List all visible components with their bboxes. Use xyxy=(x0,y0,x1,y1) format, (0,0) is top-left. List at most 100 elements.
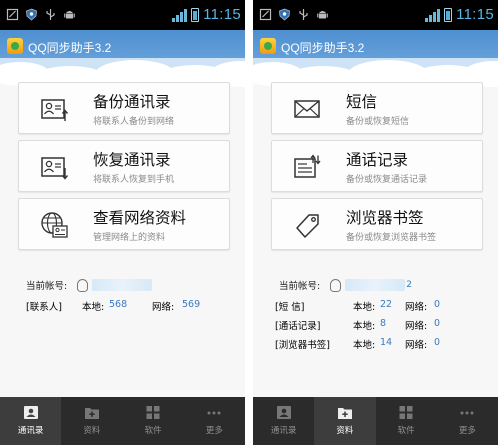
tab-contacts[interactable]: 通讯录 xyxy=(253,397,314,445)
tab-software[interactable]: 软件 xyxy=(376,397,437,445)
card-subtitle: 管理网络上的资料 xyxy=(93,233,166,243)
left-phone-screen: 11:15 QQ同步助手3.2 备份通讯录 将联系人备份到网络 恢复通讯录 将联… xyxy=(0,0,245,445)
current-account-label: 当前帐号: xyxy=(26,281,68,292)
cloud-banner xyxy=(0,58,245,88)
tab-contacts[interactable]: 通讯录 xyxy=(0,397,62,445)
app-title: QQ同步助手3.2 xyxy=(281,41,365,55)
globe-contact-icon xyxy=(41,212,68,238)
sms-card[interactable]: 短信 备份或恢复短信 xyxy=(271,82,483,134)
account-number-masked xyxy=(345,279,406,291)
local-label: 本地: xyxy=(353,340,376,351)
net-label: 网络: xyxy=(405,321,428,332)
usb-icon xyxy=(46,9,55,20)
tab-label: 更多 xyxy=(458,426,476,436)
card-subtitle: 将联系人备份到网络 xyxy=(93,117,175,127)
row-label: [通话记录] xyxy=(275,321,321,332)
card-title: 短信 xyxy=(346,93,378,111)
tab-label: 更多 xyxy=(205,426,223,436)
tab-more[interactable]: 更多 xyxy=(184,397,245,445)
status-bar: 11:15 xyxy=(253,0,498,30)
app-logo-icon xyxy=(7,38,23,54)
contacts-tab-icon xyxy=(276,406,291,419)
tab-more[interactable]: 更多 xyxy=(437,397,498,445)
net-count: 569 xyxy=(182,299,201,310)
tab-label: 资料 xyxy=(83,426,101,436)
bookmark-tag-icon xyxy=(296,214,319,238)
net-label: 网络: xyxy=(152,302,175,313)
status-bar: 11:15 xyxy=(0,0,245,30)
local-count: 8 xyxy=(380,318,387,329)
contact-card-download-icon xyxy=(41,157,69,180)
restore-contacts-card[interactable]: 恢复通讯录 将联系人恢复到手机 xyxy=(18,140,230,192)
android-debug-icon xyxy=(64,11,75,19)
tab-label: 软件 xyxy=(144,426,162,436)
qq-penguin-icon xyxy=(77,278,89,292)
qq-penguin-icon xyxy=(330,278,342,292)
signal-strength-icon xyxy=(425,8,441,22)
shield-icon xyxy=(26,8,37,21)
view-online-data-card[interactable]: 查看网络资料 管理网络上的资料 xyxy=(18,198,230,250)
folder-add-icon xyxy=(337,408,352,419)
current-account-row: 当前帐号: xyxy=(26,278,153,292)
apps-grid-icon xyxy=(146,406,160,419)
net-count: 0 xyxy=(434,318,441,329)
tab-label: 资料 xyxy=(336,426,354,436)
call-log-card[interactable]: 通话记录 备份或恢复通话记录 xyxy=(271,140,483,192)
tab-label: 软件 xyxy=(397,426,415,436)
card-title: 恢复通讯录 xyxy=(93,151,171,169)
account-number-suffix: 2 xyxy=(406,280,412,290)
tab-data[interactable]: 资料 xyxy=(314,397,376,445)
local-count: 568 xyxy=(109,299,128,310)
folder-add-icon xyxy=(84,408,99,419)
local-label: 本地: xyxy=(82,302,105,313)
signal-strength-icon xyxy=(172,8,188,22)
net-count: 0 xyxy=(434,299,441,310)
tab-software[interactable]: 软件 xyxy=(123,397,184,445)
battery-icon xyxy=(444,7,453,22)
card-subtitle: 将联系人恢复到手机 xyxy=(93,175,175,185)
tab-label: 通讯录 xyxy=(17,426,44,436)
envelope-icon xyxy=(294,100,320,118)
local-label: 本地: xyxy=(353,321,376,332)
net-label: 网络: xyxy=(405,302,428,313)
tab-data[interactable]: 资料 xyxy=(61,397,122,445)
card-subtitle: 备份或恢复浏览器书签 xyxy=(346,233,437,243)
notification-icon xyxy=(6,8,19,21)
card-subtitle: 备份或恢复短信 xyxy=(346,117,410,127)
notification-icon xyxy=(259,8,272,21)
android-debug-icon xyxy=(317,11,328,19)
browser-bookmarks-card[interactable]: 浏览器书签 备份或恢复浏览器书签 xyxy=(271,198,483,250)
net-count: 0 xyxy=(434,337,441,348)
local-label: 本地: xyxy=(353,302,376,313)
contact-card-upload-icon xyxy=(41,99,69,121)
card-title: 查看网络资料 xyxy=(93,209,187,227)
local-count: 22 xyxy=(380,299,393,310)
row-label: [短 信] xyxy=(275,302,305,313)
status-time: 11:15 xyxy=(456,6,494,23)
row-label: [联系人] xyxy=(26,302,62,313)
app-logo-icon xyxy=(260,38,276,54)
cloud-banner xyxy=(253,58,498,88)
shield-icon xyxy=(279,8,290,21)
apps-grid-icon xyxy=(399,406,413,419)
usb-icon xyxy=(299,9,308,20)
bottom-nav: 通讯录 资料 软件 更多 xyxy=(0,397,245,445)
app-title: QQ同步助手3.2 xyxy=(28,41,112,55)
card-subtitle: 备份或恢复通话记录 xyxy=(346,175,428,185)
contacts-tab-icon xyxy=(23,406,38,419)
status-time: 11:15 xyxy=(203,6,241,23)
right-phone-screen: 11:15 QQ同步助手3.2 短信 备份或恢复短信 通话记录 备份或恢复通话记… xyxy=(253,0,498,445)
screenshot-stage: 11:15 QQ同步助手3.2 备份通讯录 将联系人备份到网络 恢复通讯录 将联… xyxy=(0,0,498,445)
local-count: 14 xyxy=(380,337,393,348)
current-account-row: 当前帐号: 2 xyxy=(279,278,412,292)
card-title: 通话记录 xyxy=(346,151,409,169)
account-number-masked xyxy=(92,279,153,291)
more-dots-icon xyxy=(460,411,474,415)
tab-label: 通讯录 xyxy=(270,426,297,436)
card-title: 浏览器书签 xyxy=(346,209,424,227)
card-title: 备份通讯录 xyxy=(93,93,171,111)
backup-contacts-card[interactable]: 备份通讯录 将联系人备份到网络 xyxy=(18,82,230,134)
current-account-label: 当前帐号: xyxy=(279,281,321,292)
more-dots-icon xyxy=(207,411,221,415)
battery-icon xyxy=(191,7,200,22)
